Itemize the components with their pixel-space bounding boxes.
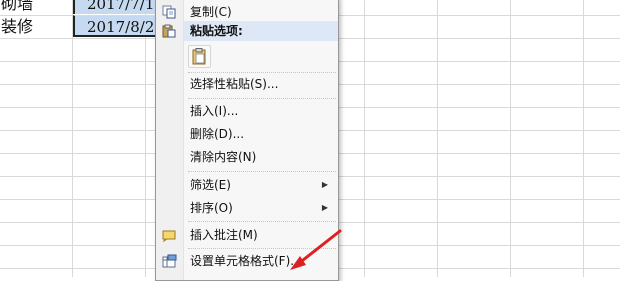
menu-item-insert-comment[interactable]: 插入批注(M) [156,224,338,246]
comment-icon [162,228,177,243]
menu-item-label: 删除(D)... [190,127,245,141]
menu-item-label: 排序(O) [190,201,233,215]
cell-a2[interactable]: 装修 [0,15,33,38]
menu-item-paste-special[interactable]: 选择性粘贴(S)... [156,73,338,95]
cell-b2-selected[interactable]: 2017/8/2 [73,15,157,37]
menu-separator [188,221,336,222]
copy-icon [162,5,177,19]
cell-a1[interactable]: 砌墙 [0,0,33,15]
menu-item-label: 插入批注(M) [190,228,258,242]
cell-b1-selected[interactable]: 2017/7/1 [73,0,157,14]
menu-item-insert[interactable]: 插入(I)... [156,100,338,122]
context-menu: 复制(C) 粘贴选项: 选择性粘贴(S)... 插入(I)... 删除(D)..… [155,0,339,281]
menu-item-label: 筛选(E) [190,178,231,192]
menu-item-label: 设置单元格格式(F)... [190,254,302,268]
paste-options-label: 粘贴选项: [190,24,243,38]
menu-separator [188,98,336,99]
menu-item-label: 选择性粘贴(S)... [190,77,279,91]
cell-b2-value: 2017/8/2 [87,18,155,36]
paste-options-header: 粘贴选项: [156,20,338,42]
menu-item-filter[interactable]: 筛选(E) ▶ [156,174,338,196]
paste-icon [162,24,177,38]
chevron-right-icon: ▶ [321,180,328,189]
menu-item-sort[interactable]: 排序(O) ▶ [156,197,338,219]
menu-item-label: 清除内容(N) [190,150,257,164]
menu-item-clear-contents[interactable]: 清除内容(N) [156,146,338,168]
chevron-right-icon: ▶ [321,203,328,212]
menu-separator [188,248,336,249]
menu-item-label: 插入(I)... [190,104,239,118]
cell-b1-value: 2017/7/1 [87,0,155,13]
menu-item-delete[interactable]: 删除(D)... [156,123,338,145]
clipboard-icon [192,48,207,68]
paste-button[interactable] [188,45,211,68]
menu-separator [188,171,336,172]
format-cells-icon [162,254,177,268]
menu-item-format-cells[interactable]: 设置单元格格式(F)... [156,250,338,272]
